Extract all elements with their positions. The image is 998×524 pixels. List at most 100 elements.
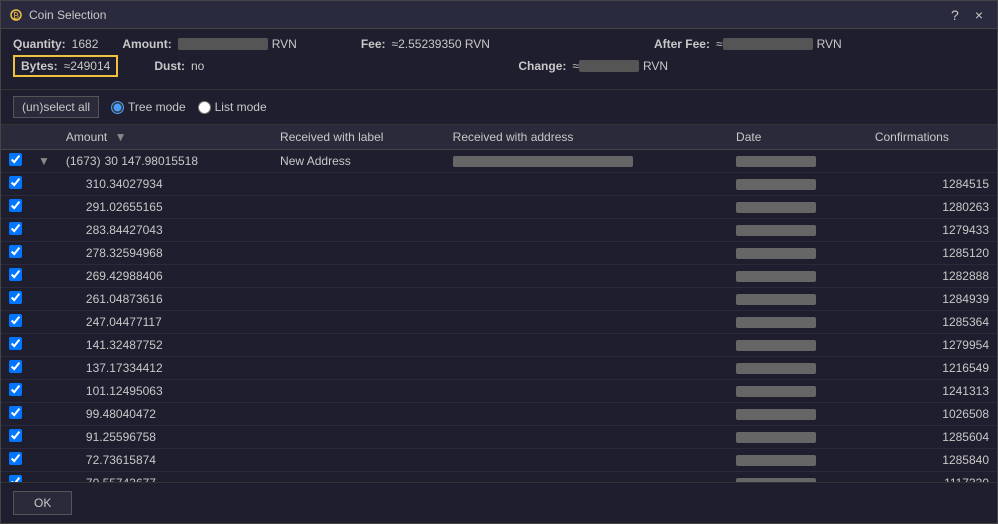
label-cell xyxy=(272,380,445,403)
date-cell xyxy=(728,196,867,219)
address-cell xyxy=(445,472,728,483)
row-checkbox[interactable] xyxy=(9,245,22,258)
amount-value-blurred xyxy=(178,38,268,50)
dust-label: Dust: xyxy=(154,59,185,73)
amount-cell: 72.73615874 xyxy=(58,449,272,472)
amount-sort-icon: ▼ xyxy=(115,130,127,144)
col-amount[interactable]: Amount ▼ xyxy=(58,125,272,150)
address-cell xyxy=(445,449,728,472)
expand-icon xyxy=(30,357,58,380)
after-fee-unit: RVN xyxy=(817,37,842,51)
table-row[interactable]: 310.340279341284515 xyxy=(1,173,997,196)
expand-icon xyxy=(30,288,58,311)
table-row[interactable]: 278.325949681285120 xyxy=(1,242,997,265)
tree-mode-radio[interactable] xyxy=(111,101,124,114)
after-fee-group: After Fee: ≈ RVN xyxy=(654,37,842,51)
label-cell: New Address xyxy=(272,150,445,173)
row-checkbox[interactable] xyxy=(9,429,22,442)
table-row[interactable]: 70.557436771117330 xyxy=(1,472,997,483)
change-approx: ≈ xyxy=(572,59,579,73)
fee-group: Fee: ≈2.55239350 RVN xyxy=(361,37,490,51)
after-fee-value-blurred xyxy=(723,38,813,50)
unselect-all-button[interactable]: (un)select all xyxy=(13,96,99,118)
table-row[interactable]: 247.044771171285364 xyxy=(1,311,997,334)
row-checkbox[interactable] xyxy=(9,452,22,465)
label-cell xyxy=(272,288,445,311)
row-checkbox[interactable] xyxy=(9,337,22,350)
confirmations-cell: 1285840 xyxy=(867,449,997,472)
expand-icon xyxy=(30,173,58,196)
table-row[interactable]: 72.73615874 1285840 xyxy=(1,449,997,472)
toolbar: (un)select all Tree mode List mode xyxy=(1,90,997,125)
address-cell xyxy=(445,196,728,219)
amount-cell: 247.04477117 xyxy=(58,311,272,334)
row-checkbox[interactable] xyxy=(9,383,22,396)
label-cell xyxy=(272,265,445,288)
date-cell xyxy=(728,426,867,449)
row-checkbox[interactable] xyxy=(9,176,22,189)
confirmations-cell: 1282888 xyxy=(867,265,997,288)
row-checkbox[interactable] xyxy=(9,199,22,212)
help-button[interactable]: ? xyxy=(945,6,965,24)
stats-row-2: Bytes: ≈249014 Dust: no Change: ≈ RVN xyxy=(13,55,985,77)
table-row[interactable]: 101.124950631241313 xyxy=(1,380,997,403)
expand-icon[interactable]: ▼ xyxy=(30,150,58,173)
col-confirmations: Confirmations xyxy=(867,125,997,150)
dust-group: Dust: no xyxy=(154,55,204,77)
tree-mode-label: Tree mode xyxy=(128,100,186,114)
table-body: ▼(1673)30 147.98015518New Address310.340… xyxy=(1,150,997,483)
row-checkbox[interactable] xyxy=(9,475,22,482)
row-checkbox[interactable] xyxy=(9,360,22,373)
table-row[interactable]: 283.844270431279433 xyxy=(1,219,997,242)
row-checkbox[interactable] xyxy=(9,406,22,419)
close-button[interactable]: × xyxy=(969,6,989,24)
confirmations-cell: 1026508 xyxy=(867,403,997,426)
coin-selection-window: ₿ Coin Selection ? × Quantity: 1682 Amou… xyxy=(0,0,998,524)
amount-cell: 101.12495063 xyxy=(58,380,272,403)
date-cell xyxy=(728,472,867,483)
expand-icon xyxy=(30,219,58,242)
date-cell xyxy=(728,173,867,196)
amount-cell: 91.25596758 xyxy=(58,426,272,449)
list-mode-radio[interactable] xyxy=(198,101,211,114)
label-cell xyxy=(272,173,445,196)
amount-cell: 291.02655165 xyxy=(58,196,272,219)
col-expand xyxy=(30,125,58,150)
table-row[interactable]: 261.048736161284939 xyxy=(1,288,997,311)
amount-cell: 70.55743677 xyxy=(58,472,272,483)
amount-cell: (1673)30 147.98015518 xyxy=(58,150,272,173)
label-cell xyxy=(272,426,445,449)
col-checkbox xyxy=(1,125,30,150)
row-checkbox[interactable] xyxy=(9,314,22,327)
table-row[interactable]: 99.480404721026508 xyxy=(1,403,997,426)
row-checkbox[interactable] xyxy=(9,222,22,235)
expand-icon xyxy=(30,265,58,288)
list-mode-radio-group[interactable]: List mode xyxy=(198,100,267,114)
address-cell xyxy=(445,150,728,173)
coin-table-container[interactable]: Amount ▼ Received with label Received wi… xyxy=(1,125,997,482)
label-cell xyxy=(272,196,445,219)
tree-mode-radio-group[interactable]: Tree mode xyxy=(111,100,186,114)
label-cell xyxy=(272,449,445,472)
confirmations-cell: 1279954 xyxy=(867,334,997,357)
label-cell xyxy=(272,219,445,242)
confirmations-cell: 1285120 xyxy=(867,242,997,265)
table-row[interactable]: 269.429884061282888 xyxy=(1,265,997,288)
address-cell xyxy=(445,357,728,380)
address-cell xyxy=(445,288,728,311)
address-cell xyxy=(445,219,728,242)
after-fee-label: After Fee: xyxy=(654,37,710,51)
ok-button[interactable]: OK xyxy=(13,491,72,515)
table-row[interactable]: 137.173344121216549 xyxy=(1,357,997,380)
date-cell xyxy=(728,288,867,311)
row-checkbox[interactable] xyxy=(9,153,22,166)
table-row[interactable]: ▼(1673)30 147.98015518New Address xyxy=(1,150,997,173)
amount-label: Amount: xyxy=(122,37,171,51)
table-row[interactable]: 91.255967581285604 xyxy=(1,426,997,449)
confirmations-cell: 1280263 xyxy=(867,196,997,219)
date-cell xyxy=(728,403,867,426)
table-row[interactable]: 291.02655165 1280263 xyxy=(1,196,997,219)
row-checkbox[interactable] xyxy=(9,268,22,281)
table-row[interactable]: 141.324877521279954 xyxy=(1,334,997,357)
row-checkbox[interactable] xyxy=(9,291,22,304)
